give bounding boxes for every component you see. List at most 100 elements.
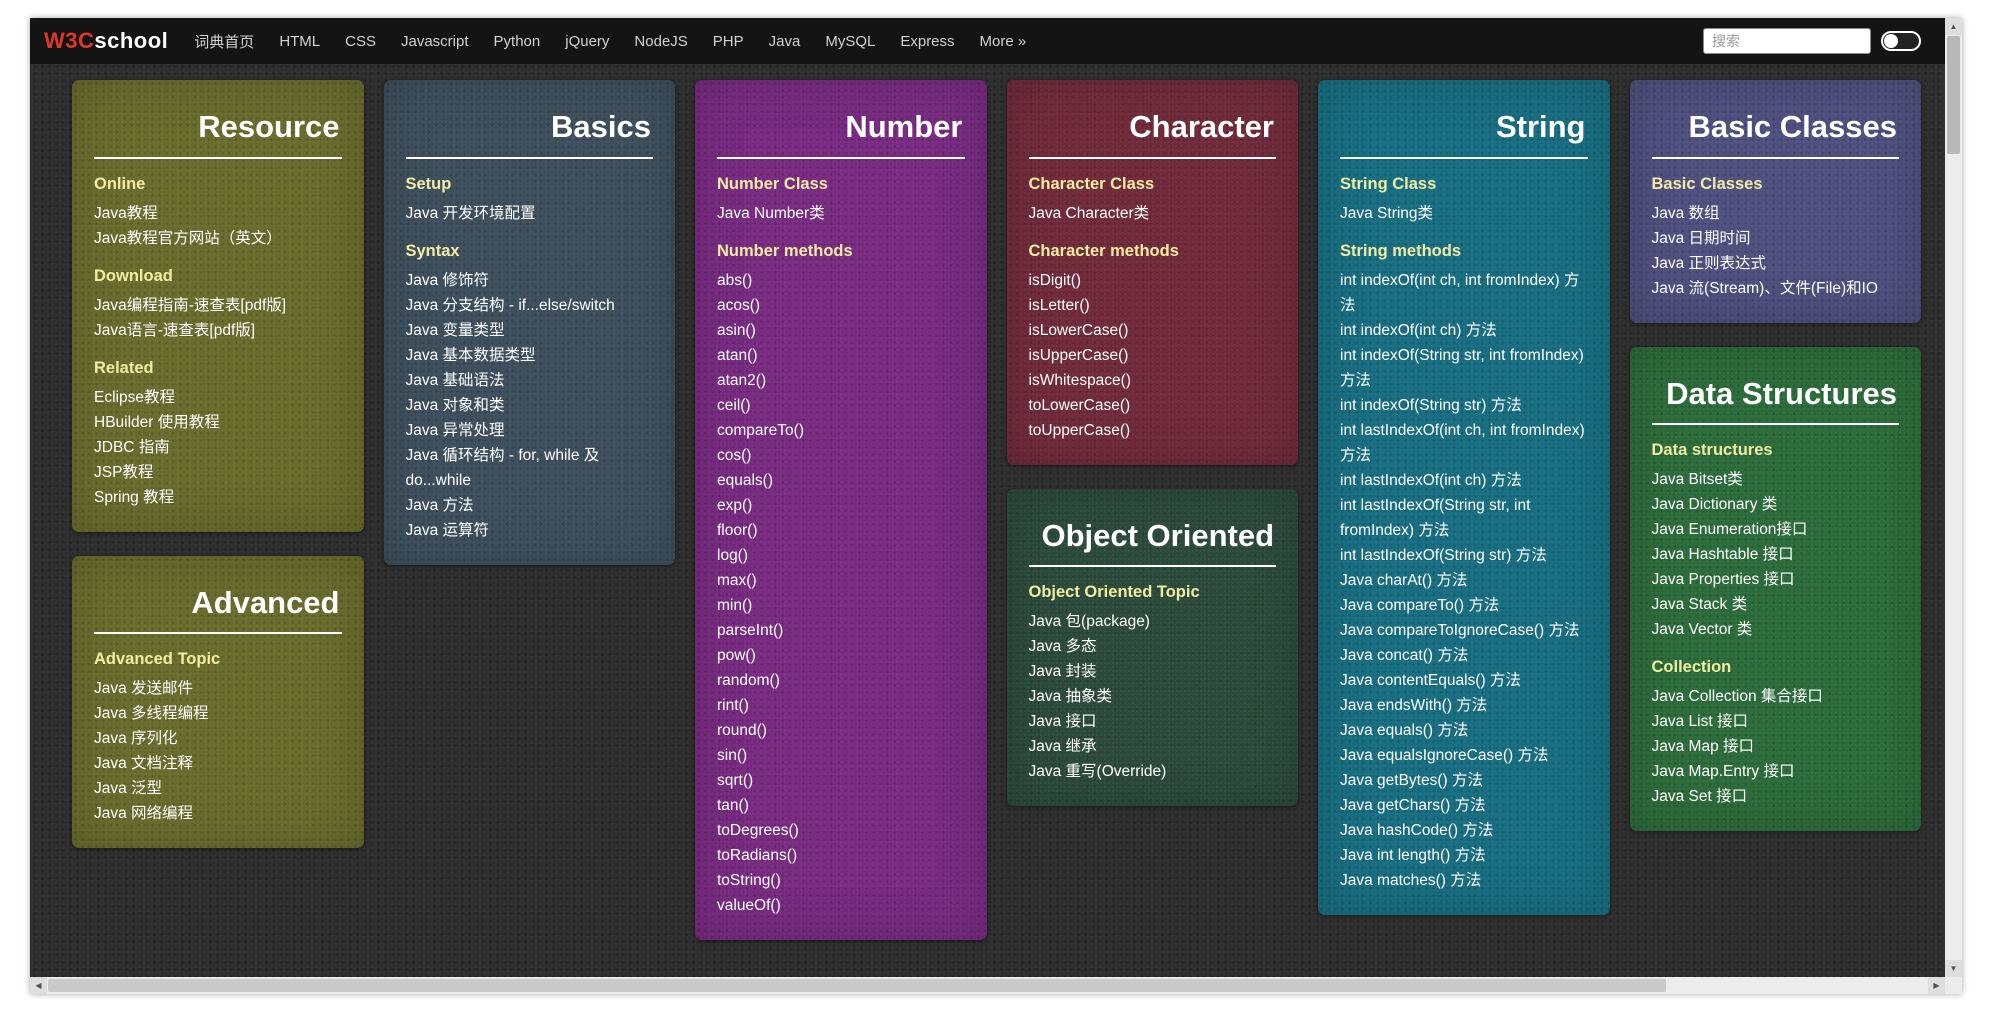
card-link[interactable]: log() (717, 547, 748, 564)
card-link[interactable]: Java 多态 (1029, 638, 1097, 655)
card-link[interactable]: int lastIndexOf(int ch, int fromIndex) 方… (1340, 422, 1585, 464)
card-link[interactable]: Java endsWith() 方法 (1340, 697, 1487, 714)
scroll-right-icon[interactable]: ▶ (1928, 977, 1945, 994)
card-link[interactable]: Java Enumeration接口 (1652, 521, 1808, 538)
card-link[interactable]: Java contentEquals() 方法 (1340, 672, 1521, 689)
horizontal-scroll-track[interactable] (47, 977, 1928, 994)
card-link[interactable]: int lastIndexOf(String str) 方法 (1340, 547, 1547, 564)
card-link[interactable]: toString() (717, 872, 781, 889)
card-link[interactable]: Java String类 (1340, 205, 1433, 222)
card-link[interactable]: Java List 接口 (1652, 713, 1748, 730)
card-link[interactable]: Java 异常处理 (406, 422, 505, 439)
card-link[interactable]: toDegrees() (717, 822, 799, 839)
card-link[interactable]: min() (717, 597, 752, 614)
card-link[interactable]: Java Hashtable 接口 (1652, 546, 1794, 563)
card-link[interactable]: Java getBytes() 方法 (1340, 772, 1483, 789)
card-link[interactable]: Java 抽象类 (1029, 688, 1113, 705)
card-link[interactable]: asin() (717, 322, 756, 339)
card-link[interactable]: pow() (717, 647, 756, 664)
card-link[interactable]: JSP教程 (94, 464, 153, 481)
card-link[interactable]: max() (717, 572, 757, 589)
horizontal-scrollbar[interactable]: ◀ ▶ (30, 977, 1945, 994)
card-link[interactable]: Java getChars() 方法 (1340, 797, 1486, 814)
card-link[interactable]: Java 文档注释 (94, 755, 193, 772)
card-link[interactable]: parseInt() (717, 622, 783, 639)
card-link[interactable]: Java 循环结构 - for, while 及 do...while (406, 447, 600, 489)
card-link[interactable]: toUpperCase() (1029, 422, 1131, 439)
card-link[interactable]: isLowerCase() (1029, 322, 1129, 339)
card-link[interactable]: ceil() (717, 397, 751, 414)
card-link[interactable]: Java 日期时间 (1652, 230, 1751, 247)
card-link[interactable]: cos() (717, 447, 751, 464)
card-link[interactable]: Eclipse教程 (94, 389, 175, 406)
card-link[interactable]: Java 运算符 (406, 522, 490, 539)
card-link[interactable]: sin() (717, 747, 747, 764)
card-link[interactable]: isLetter() (1029, 297, 1090, 314)
card-link[interactable]: Java 数组 (1652, 205, 1720, 222)
card-link[interactable]: Java 基础语法 (406, 372, 505, 389)
card-link[interactable]: Java 继承 (1029, 738, 1097, 755)
card-link[interactable]: Java 流(Stream)、文件(File)和IO (1652, 280, 1879, 297)
card-link[interactable]: int indexOf(int ch, int fromIndex) 方法 (1340, 272, 1579, 314)
card-link[interactable]: Java 方法 (406, 497, 474, 514)
card-link[interactable]: Java equalsIgnoreCase() 方法 (1340, 747, 1549, 764)
card-link[interactable]: Java 网络编程 (94, 805, 193, 822)
card-link[interactable]: toRadians() (717, 847, 797, 864)
card-link[interactable]: Java 开发环境配置 (406, 205, 536, 222)
nav-item-nodejs[interactable]: NodeJS (634, 33, 687, 50)
search-input[interactable] (1703, 28, 1871, 54)
card-link[interactable]: Java 接口 (1029, 713, 1097, 730)
scroll-up-icon[interactable]: ▲ (1945, 18, 1962, 35)
card-link[interactable]: Java语言-速查表[pdf版] (94, 322, 255, 339)
scroll-down-icon[interactable]: ▼ (1945, 960, 1962, 977)
card-link[interactable]: isUpperCase() (1029, 347, 1129, 364)
card-link[interactable]: Java Map 接口 (1652, 738, 1755, 755)
card-link[interactable]: isDigit() (1029, 272, 1082, 289)
card-link[interactable]: Java 基本数据类型 (406, 347, 536, 364)
card-link[interactable]: Java Number类 (717, 205, 825, 222)
card-link[interactable]: Java 发送邮件 (94, 680, 193, 697)
card-link[interactable]: int lastIndexOf(String str, int fromInde… (1340, 497, 1530, 539)
card-link[interactable]: Java 多线程编程 (94, 705, 209, 722)
site-logo[interactable]: W3Cschool (44, 28, 168, 54)
nav-item-more[interactable]: More » (980, 33, 1027, 50)
nav-item-[interactable]: 词典首页 (194, 31, 254, 52)
card-link[interactable]: sqrt() (717, 772, 753, 789)
card-link[interactable]: HBuilder 使用教程 (94, 414, 220, 431)
card-link[interactable]: Java Vector 类 (1652, 621, 1753, 638)
horizontal-scroll-thumb[interactable] (48, 979, 1666, 992)
nav-item-php[interactable]: PHP (713, 33, 744, 50)
nav-item-html[interactable]: HTML (279, 33, 320, 50)
card-link[interactable]: Java Stack 类 (1652, 596, 1748, 613)
card-link[interactable]: Java Properties 接口 (1652, 571, 1795, 588)
card-link[interactable]: Java 修饰符 (406, 272, 490, 289)
nav-item-java[interactable]: Java (769, 33, 801, 50)
card-link[interactable]: compareTo() (717, 422, 804, 439)
nav-item-javascript[interactable]: Javascript (401, 33, 469, 50)
card-link[interactable]: Java Collection 集合接口 (1652, 688, 1823, 705)
vertical-scrollbar[interactable]: ▲ ▼ (1945, 18, 1962, 977)
card-link[interactable]: Java int length() 方法 (1340, 847, 1486, 864)
nav-item-jquery[interactable]: jQuery (565, 33, 609, 50)
nav-item-python[interactable]: Python (494, 33, 541, 50)
card-link[interactable]: Java Dictionary 类 (1652, 496, 1778, 513)
card-link[interactable]: Java concat() 方法 (1340, 647, 1468, 664)
card-link[interactable]: exp() (717, 497, 752, 514)
card-link[interactable]: Java 泛型 (94, 780, 162, 797)
card-link[interactable]: Java 分支结构 - if...else/switch (406, 297, 615, 314)
card-link[interactable]: Java Map.Entry 接口 (1652, 763, 1795, 780)
card-link[interactable]: Java 重写(Override) (1029, 763, 1167, 780)
card-link[interactable]: round() (717, 722, 767, 739)
card-link[interactable]: Java Set 接口 (1652, 788, 1748, 805)
card-link[interactable]: atan() (717, 347, 758, 364)
vertical-scroll-thumb[interactable] (1947, 36, 1960, 154)
card-link[interactable]: Java 包(package) (1029, 613, 1150, 630)
nav-item-mysql[interactable]: MySQL (825, 33, 875, 50)
card-link[interactable]: Java 封装 (1029, 663, 1097, 680)
card-link[interactable]: Java charAt() 方法 (1340, 572, 1467, 589)
card-link[interactable]: Java教程官方网站（英文） (94, 230, 282, 247)
card-link[interactable]: int lastIndexOf(int ch) 方法 (1340, 472, 1522, 489)
card-link[interactable]: int indexOf(int ch) 方法 (1340, 322, 1497, 339)
card-link[interactable]: abs() (717, 272, 752, 289)
card-link[interactable]: Java 正则表达式 (1652, 255, 1767, 272)
